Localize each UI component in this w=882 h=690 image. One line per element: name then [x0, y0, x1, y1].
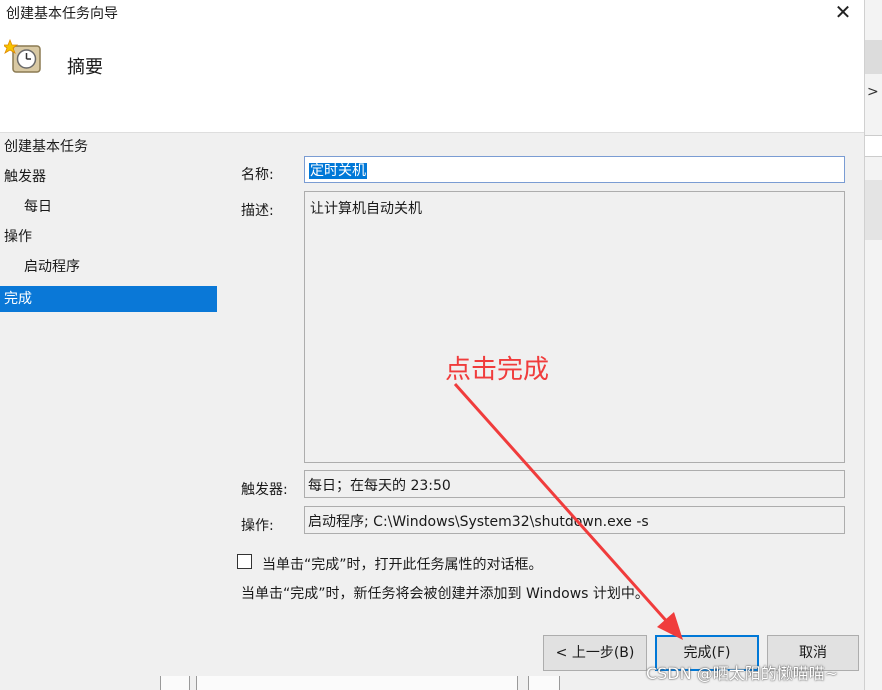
title-bar: 创建基本任务向导 ✕	[0, 0, 864, 28]
open-properties-checkbox-label[interactable]: 当单击“完成”时，打开此任务属性的对话框。	[262, 554, 543, 574]
annotation-text: 点击完成	[445, 355, 550, 385]
nav-step-finish[interactable]: 完成	[0, 286, 217, 312]
finish-info-text: 当单击“完成”时，新任务将会被创建并添加到 Windows 计划中。	[241, 586, 649, 602]
nav-step-action[interactable]: 操作	[4, 224, 32, 250]
background-glyph: >	[867, 84, 879, 100]
background-strip	[865, 135, 882, 157]
background-window-edge: >	[864, 0, 882, 690]
open-properties-checkbox[interactable]	[237, 554, 252, 569]
nav-step-trigger[interactable]: 触发器	[4, 164, 46, 190]
trigger-field: 每日；在每天的 23:50	[304, 470, 845, 498]
background-segment	[160, 676, 190, 690]
task-clock-icon	[4, 38, 41, 73]
window-title: 创建基本任务向导	[6, 6, 118, 22]
action-label: 操作:	[241, 518, 274, 534]
close-icon[interactable]: ✕	[828, 0, 858, 24]
description-field[interactable]: 让计算机自动关机	[304, 191, 845, 463]
wizard-header: 摘要	[0, 28, 864, 133]
background-strip	[865, 40, 882, 74]
action-field: 启动程序; C:\Windows\System32\shutdown.exe -…	[304, 506, 845, 534]
name-field-value: 定时关机	[309, 163, 367, 179]
watermark: CSDN @晒太阳的懒喵喵~	[646, 664, 839, 683]
nav-step-create-basic-task[interactable]: 创建基本任务	[4, 134, 88, 160]
name-field[interactable]: 定时关机	[304, 156, 845, 183]
background-segment	[196, 676, 518, 690]
background-strip	[865, 180, 882, 240]
page-title: 摘要	[67, 57, 103, 78]
wizard-steps-nav: 创建基本任务 触发器 每日 操作 启动程序 完成	[0, 133, 218, 690]
nav-step-start-program[interactable]: 启动程序	[24, 254, 80, 280]
nav-step-daily[interactable]: 每日	[24, 194, 52, 220]
description-label: 描述:	[241, 203, 274, 219]
trigger-label: 触发器:	[241, 482, 288, 498]
back-button[interactable]: < 上一步(B)	[543, 635, 647, 671]
background-segment	[528, 676, 560, 690]
name-label: 名称:	[241, 167, 274, 183]
create-basic-task-wizard: 创建基本任务向导 ✕ 摘要 创建基本任务 触发器 每日 操作 启动程序 完成 名…	[0, 0, 864, 690]
